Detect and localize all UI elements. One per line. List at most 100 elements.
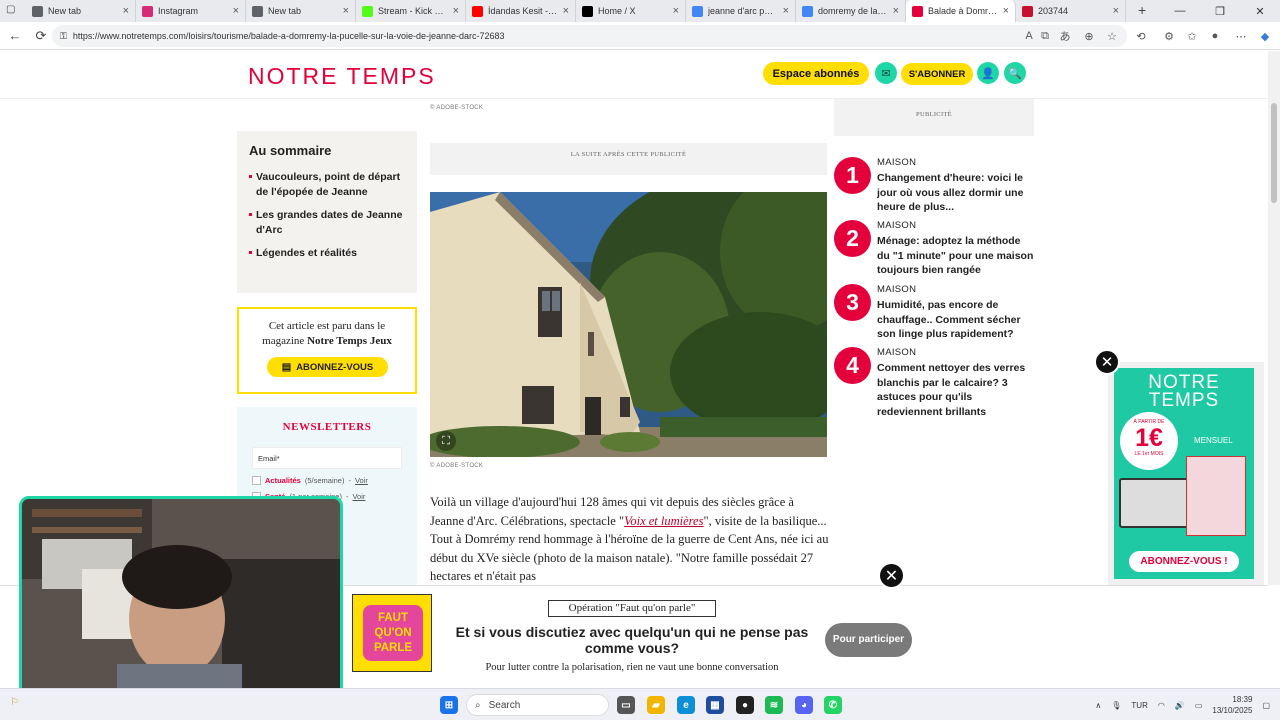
sabonner-button[interactable]: S'ABONNER xyxy=(901,63,973,85)
site-logo[interactable]: NOTRE TEMPS xyxy=(248,63,436,90)
new-tab-button[interactable]: + xyxy=(1138,2,1146,18)
ranking-title[interactable]: Humidité, pas encore de chauffage.. Comm… xyxy=(877,298,1034,342)
close-tab-icon[interactable]: × xyxy=(123,5,129,17)
close-tab-icon[interactable]: × xyxy=(453,5,459,17)
browser-tab[interactable]: Balade à Domrémy × xyxy=(906,0,1016,22)
whatsapp-icon[interactable]: ✆ xyxy=(824,696,842,714)
clock[interactable]: 18:39 13/10/2025 xyxy=(1212,694,1252,716)
fullscreen-icon[interactable]: ⛶ xyxy=(436,431,456,451)
abonnez-vous-button[interactable]: ▤ ABONNEZ-VOUS xyxy=(267,357,388,377)
account-icon[interactable]: 👤 xyxy=(977,62,999,84)
browser-tab[interactable]: İdandas Kesit - You × xyxy=(466,0,576,22)
site-info-icon[interactable]: ⚿ xyxy=(60,31,67,42)
sommaire-item[interactable]: Les grandes dates de Jeanne d'Arc xyxy=(249,208,405,237)
article-photo[interactable]: ⛶ xyxy=(430,192,827,457)
store-icon[interactable]: ▦ xyxy=(706,696,724,714)
extensions-icon[interactable]: ⚙ xyxy=(1160,27,1178,45)
browser-tab[interactable]: New tab × xyxy=(246,0,356,22)
close-tab-icon[interactable]: × xyxy=(1003,5,1009,17)
browser-tab[interactable]: 203744 × xyxy=(1016,0,1126,22)
notification-icon[interactable]: ▢ xyxy=(1262,701,1270,710)
newsletter-voir-link[interactable]: Voir xyxy=(352,492,365,501)
battery-icon[interactable]: ▭ xyxy=(1195,701,1203,710)
browser-tab[interactable]: Stream - Kick Dashb × xyxy=(356,0,466,22)
file-explorer-icon[interactable]: ▰ xyxy=(647,696,665,714)
operation-label: Opération "Faut qu'on parle" xyxy=(548,600,716,617)
browser-tab[interactable]: jeanne d'arc portra × xyxy=(686,0,796,22)
close-tab-icon[interactable]: × xyxy=(1113,5,1119,17)
widget-icon[interactable]: ⚐ xyxy=(10,697,19,708)
close-banner-icon[interactable]: ✕ xyxy=(878,562,905,589)
translate-icon[interactable]: あ xyxy=(1056,27,1074,45)
newsletter-voir-link[interactable]: Voir xyxy=(355,476,368,485)
close-window-icon[interactable]: ✕ xyxy=(1240,0,1280,22)
newsletter-option[interactable]: Actualités (5/semaine) - Voir xyxy=(252,476,368,485)
spotify-icon[interactable]: ≋ xyxy=(765,696,783,714)
edge-icon[interactable]: e xyxy=(677,696,695,714)
taskbar-search[interactable]: ⌕ Search xyxy=(466,694,609,716)
close-tab-icon[interactable]: × xyxy=(563,5,569,17)
photo-credit: © ADOBE-STOCK xyxy=(430,463,484,469)
more-menu-icon[interactable]: ⋯ xyxy=(1232,27,1250,45)
sommaire-item[interactable]: Vaucouleurs, point de départ de l'épopée… xyxy=(249,170,405,199)
zoom-icon[interactable]: ⊕ xyxy=(1080,27,1098,45)
favorite-star-icon[interactable]: ☆ xyxy=(1103,27,1121,45)
ranking-number: 2 xyxy=(834,220,871,257)
tray-chevron-icon[interactable]: ∧ xyxy=(1095,701,1101,710)
window-controls: — ❐ ✕ xyxy=(1160,0,1280,22)
close-tab-icon[interactable]: × xyxy=(233,5,239,17)
close-float-ad-icon[interactable]: ✕ xyxy=(1094,349,1120,375)
start-icon[interactable]: ⊞ xyxy=(440,696,458,714)
wifi-icon[interactable]: ◠ xyxy=(1158,701,1165,710)
image-credit: © ADOBE-STOCK xyxy=(430,105,484,111)
copilot-icon[interactable]: ◆ xyxy=(1256,27,1274,45)
ranking-title[interactable]: Comment nettoyer des verres blanchis par… xyxy=(877,361,1034,419)
close-tab-icon[interactable]: × xyxy=(343,5,349,17)
ranking-number: 1 xyxy=(834,157,871,194)
page-scrollbar[interactable] xyxy=(1268,51,1280,585)
windows-taskbar: ⚐ ⊞ ⌕ Search ▭ ▰ e ▦ ● ≋ ◕ ✆ ∧ 🎙 TUR ◠ 🔊… xyxy=(0,688,1280,720)
favorites-icon[interactable]: ✩ xyxy=(1183,27,1201,45)
close-tab-icon[interactable]: × xyxy=(893,5,899,17)
close-tab-icon[interactable]: × xyxy=(673,5,679,17)
float-ad-cta[interactable]: ABONNEZ-VOUS ! xyxy=(1129,551,1239,572)
back-icon[interactable]: ← xyxy=(4,25,26,47)
obs-icon[interactable]: ● xyxy=(736,696,754,714)
discord-icon[interactable]: ◕ xyxy=(795,696,813,714)
scrollbar-thumb[interactable] xyxy=(1271,103,1277,203)
newsletter-email-input[interactable]: Email* xyxy=(252,447,402,469)
refresh-page-icon[interactable]: ⟲ xyxy=(1132,27,1150,45)
browser-tab[interactable]: Home / X × xyxy=(576,0,686,22)
espace-abonnes-button[interactable]: Espace abonnés xyxy=(763,62,869,85)
floating-magazine-ad[interactable]: NOTRE TEMPS À PARTIR DE 1€ LE 1er MOIS M… xyxy=(1108,362,1264,586)
volume-icon[interactable]: 🔊 xyxy=(1175,701,1185,710)
profile-icon[interactable]: ● xyxy=(1206,27,1224,45)
close-tab-icon[interactable]: × xyxy=(783,5,789,17)
browser-tab[interactable]: domremy de la puc × xyxy=(796,0,906,22)
microphone-icon[interactable]: 🎙 xyxy=(1111,701,1121,710)
sommaire-item[interactable]: Légendes et réalités xyxy=(249,246,405,261)
app-icon[interactable]: ⧉ xyxy=(1036,27,1054,45)
ad-slot-right: PUBLICITÉ xyxy=(834,99,1034,136)
pour-participer-button[interactable]: Pour participer xyxy=(825,623,912,657)
language-indicator[interactable]: TUR xyxy=(1131,701,1147,710)
search-icon[interactable]: 🔍 xyxy=(1004,62,1026,84)
browser-tab-title: New tab xyxy=(48,6,82,16)
webcam-feed xyxy=(22,499,340,709)
browser-tab-title: jeanne d'arc portra xyxy=(708,6,778,16)
newsletter-checkbox[interactable] xyxy=(252,476,261,485)
ranking-title[interactable]: Changement d'heure: voici le jour où vou… xyxy=(877,171,1034,215)
minimize-icon[interactable]: — xyxy=(1160,0,1200,22)
voix-et-lumieres-link[interactable]: Voix et lumières xyxy=(624,514,703,528)
maximize-icon[interactable]: ❐ xyxy=(1200,0,1240,22)
url-field[interactable]: ⚿ https://www.notretemps.com/loisirs/tou… xyxy=(52,25,1127,47)
magazine-prefix: magazine xyxy=(262,335,308,347)
browser-menu-icon[interactable]: ▢ xyxy=(6,4,20,18)
reload-icon[interactable]: ⟳ xyxy=(30,25,52,47)
ranking-title[interactable]: Ménage: adoptez la méthode du "1 minute"… xyxy=(877,234,1034,278)
browser-tab[interactable]: Instagram × xyxy=(136,0,246,22)
task-view-icon[interactable]: ▭ xyxy=(617,696,635,714)
logo-line: PARLE xyxy=(373,642,413,654)
browser-tab[interactable]: New tab × xyxy=(26,0,136,22)
mail-icon[interactable]: ✉ xyxy=(875,62,897,84)
